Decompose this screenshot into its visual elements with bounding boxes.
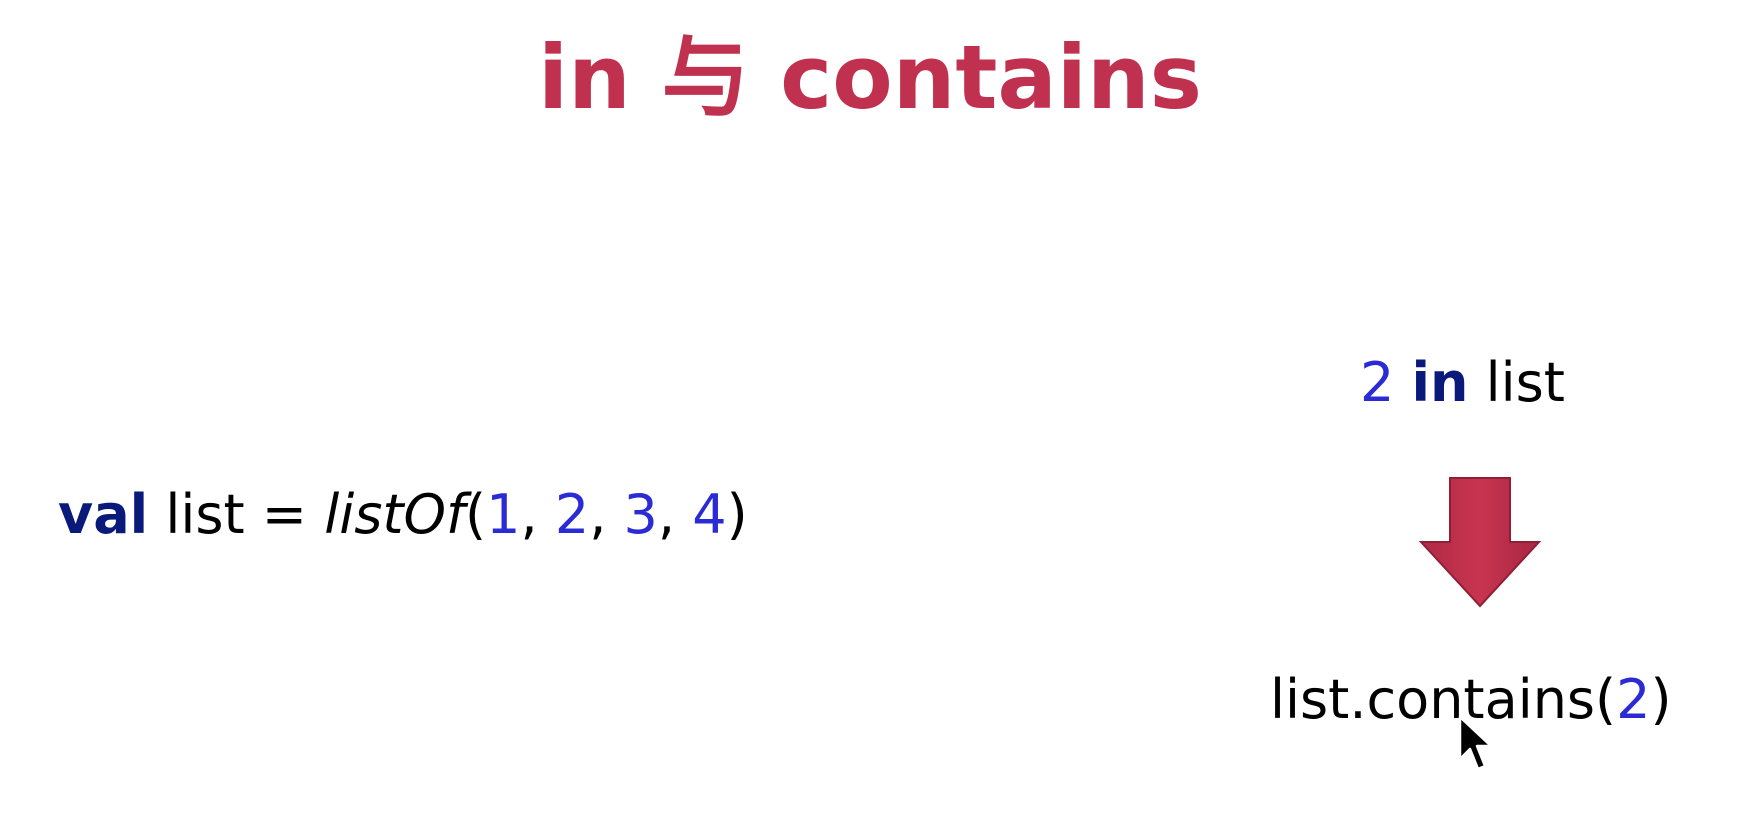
number-literal: 3 [623, 483, 658, 546]
open-paren: ( [465, 483, 487, 546]
in-keyword: in [1411, 351, 1469, 414]
in-number-literal: 2 [1360, 351, 1395, 414]
slide-title: in 与 contains [538, 26, 1202, 129]
in-rest: list [1468, 351, 1565, 414]
number-literal: 4 [692, 483, 727, 546]
number-literal: 2 [554, 483, 590, 546]
separator: , [520, 483, 555, 546]
contains-receiver: list.contains( [1270, 668, 1617, 731]
val-keyword: val [58, 483, 149, 546]
contains-number-literal: 2 [1616, 668, 1651, 731]
number-literal: 1 [486, 483, 521, 546]
in-expression: 2 in list [1360, 348, 1565, 418]
close-paren: ) [726, 483, 748, 546]
listof-function: listOf [324, 483, 466, 546]
declaration-name: list = [148, 483, 325, 546]
separator: , [657, 483, 693, 546]
mouse-pointer-icon [1458, 715, 1493, 771]
contains-close-paren: ) [1650, 668, 1672, 731]
separator: , [589, 483, 624, 546]
down-arrow-icon [1419, 477, 1541, 608]
list-declaration: val list = listOf(1, 2, 3, 4) [58, 480, 748, 550]
